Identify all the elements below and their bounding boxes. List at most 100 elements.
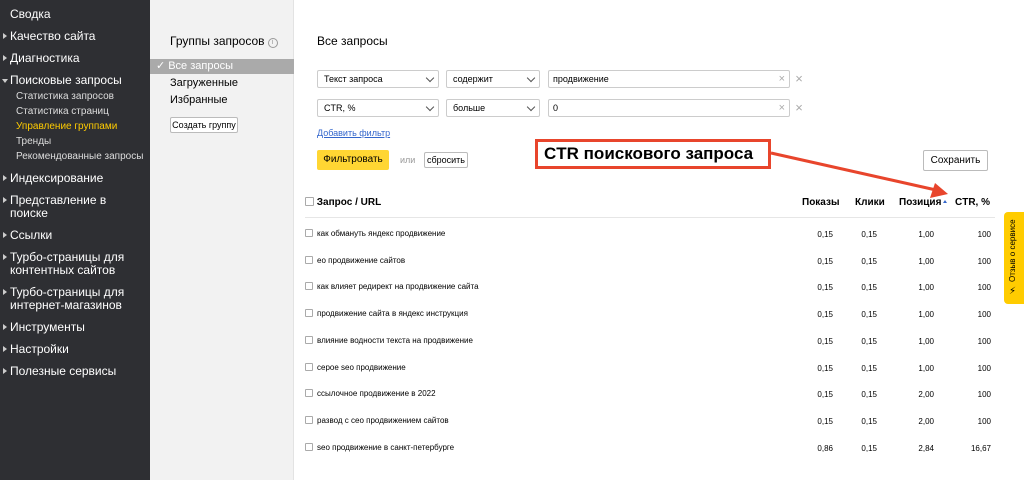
column-clicks[interactable]: Клики bbox=[855, 197, 885, 208]
select-all-checkbox[interactable] bbox=[305, 197, 314, 206]
nav-item-label: Турбо-страницы для контентных сайтов bbox=[10, 250, 125, 277]
nav-sub-group-management[interactable]: Управление группами bbox=[16, 121, 150, 133]
row-query[interactable]: развод с сео продвижением сайтов bbox=[305, 415, 449, 425]
nav-sub-query-stats[interactable]: Статистика запросов bbox=[16, 91, 150, 103]
nav-item-tools[interactable]: Инструменты bbox=[0, 321, 150, 334]
row-position: 1,00 bbox=[918, 310, 934, 320]
row-query[interactable]: серое seo продвижение bbox=[305, 362, 406, 372]
row-checkbox[interactable] bbox=[305, 229, 313, 237]
groups-title: Группы запросов i bbox=[170, 34, 278, 48]
column-shows[interactable]: Показы bbox=[802, 197, 840, 208]
row-shows: 0,15 bbox=[817, 230, 833, 239]
row-checkbox[interactable] bbox=[305, 389, 313, 398]
row-clicks: 0,15 bbox=[861, 230, 877, 239]
row-shows: 0,15 bbox=[817, 283, 833, 293]
row-clicks: 0,15 bbox=[861, 363, 877, 373]
row-ctr: 100 bbox=[977, 390, 991, 400]
row-query[interactable]: seo продвижение в санкт-петербурге bbox=[305, 442, 454, 452]
nav-item-turbo-content[interactable]: Турбо-страницы для контентных сайтов bbox=[0, 251, 150, 277]
row-query[interactable]: ссылочное продвижение в 2022 bbox=[305, 389, 436, 398]
nav-item-links[interactable]: Ссылки bbox=[0, 229, 150, 242]
group-uploaded[interactable]: Загруженные bbox=[150, 76, 294, 91]
nav-item-indexing[interactable]: Индексирование bbox=[0, 172, 150, 185]
chevron-down-icon bbox=[425, 73, 435, 83]
column-query[interactable]: Запрос / URL bbox=[305, 197, 381, 208]
annotation-callout: CTR поискового запроса bbox=[535, 139, 771, 169]
table-row[interactable]: развод с сео продвижением сайтов 0,15 0,15… bbox=[305, 407, 995, 434]
triangle-down-icon bbox=[2, 79, 8, 83]
filter-1-operator-select[interactable]: содержит bbox=[446, 70, 540, 88]
row-checkbox[interactable] bbox=[305, 282, 313, 291]
column-position[interactable]: Позиция bbox=[899, 197, 948, 208]
info-icon[interactable]: i bbox=[267, 38, 278, 48]
row-query[interactable]: продвижение сайта в яндекс инструкция bbox=[305, 309, 468, 318]
filter-1-value-input[interactable]: продвижение × bbox=[548, 70, 790, 88]
create-group-button[interactable]: Создать группу bbox=[170, 117, 238, 133]
row-position: 2,84 bbox=[918, 443, 934, 453]
column-ctr[interactable]: CTR, % bbox=[955, 197, 990, 208]
group-favorites[interactable]: Избранные bbox=[150, 93, 294, 108]
nav-sub-page-stats[interactable]: Статистика страниц bbox=[16, 106, 150, 118]
table-row[interactable]: как влияет редирект на продвижение сайта… bbox=[305, 273, 995, 300]
nav-item-summary[interactable]: Сводка bbox=[0, 8, 150, 21]
row-query[interactable]: ео продвижение сайтов bbox=[305, 255, 405, 265]
row-shows: 0,15 bbox=[817, 256, 833, 266]
row-shows: 0,15 bbox=[817, 416, 833, 426]
table-row[interactable]: ео продвижение сайтов 0,15 0,15 1,00 100 bbox=[305, 247, 995, 274]
row-checkbox[interactable] bbox=[305, 415, 313, 424]
triangle-right-icon bbox=[3, 55, 7, 61]
row-clicks: 0,15 bbox=[861, 336, 877, 346]
row-query[interactable]: как влияет редирект на продвижение сайта bbox=[305, 282, 479, 291]
feedback-label: Отзыв о сервисе bbox=[1008, 219, 1017, 282]
save-button[interactable]: Сохранить bbox=[923, 150, 988, 171]
table-row[interactable]: seo продвижение в санкт-петербурге 0,86 0,… bbox=[305, 434, 995, 461]
nav-item-search-queries[interactable]: Поисковые запросы bbox=[0, 74, 150, 87]
row-ctr: 100 bbox=[977, 230, 991, 239]
nav-item-search-appearance[interactable]: Представление в поиске bbox=[0, 194, 150, 220]
nav-item-label: Индексирование bbox=[10, 171, 104, 185]
filter-2-field-select[interactable]: CTR, % bbox=[317, 99, 439, 117]
reset-button[interactable]: сбросить bbox=[424, 152, 468, 168]
filter-1-field-select[interactable]: Текст запроса bbox=[317, 70, 439, 88]
filter-2-operator-select[interactable]: больше bbox=[446, 99, 540, 117]
nav-item-diagnostics[interactable]: Диагностика bbox=[0, 52, 150, 65]
nav-item-label: Инструменты bbox=[10, 320, 85, 334]
row-position: 1,00 bbox=[918, 283, 934, 293]
nav-item-label: Настройки bbox=[10, 342, 69, 356]
row-checkbox[interactable] bbox=[305, 255, 313, 264]
row-checkbox[interactable] bbox=[305, 362, 313, 371]
group-all-queries[interactable]: ✓ Все запросы bbox=[150, 59, 294, 74]
nav-item-turbo-shops[interactable]: Турбо-страницы для интернет-магазинов bbox=[0, 286, 150, 312]
row-ctr: 100 bbox=[977, 363, 991, 373]
nav-item-useful-services[interactable]: Полезные сервисы bbox=[0, 365, 150, 378]
row-checkbox[interactable] bbox=[305, 442, 313, 451]
table-row[interactable]: ссылочное продвижение в 2022 0,15 0,15 2,00… bbox=[305, 380, 995, 407]
chevron-down-icon bbox=[425, 102, 435, 112]
nav-sub-recommended[interactable]: Рекомендованные запросы bbox=[16, 151, 150, 163]
filter-2-value-input[interactable]: 0 × bbox=[548, 99, 790, 117]
row-checkbox[interactable] bbox=[305, 335, 313, 344]
feedback-tab[interactable]: Отзыв о сервисе ⚡ bbox=[1004, 212, 1024, 304]
table-row[interactable]: влияние водности текста на продвижение 0,… bbox=[305, 327, 995, 354]
row-shows: 0,15 bbox=[817, 363, 833, 373]
table-row[interactable]: как обмануть яндекс продвижение 0,15 0,15 1… bbox=[305, 220, 995, 247]
apply-filter-button[interactable]: Фильтровать bbox=[317, 150, 389, 170]
row-ctr: 16,67 bbox=[970, 443, 991, 453]
remove-filter-1-icon[interactable]: × bbox=[793, 72, 805, 86]
nav-item-settings[interactable]: Настройки bbox=[0, 343, 150, 356]
nav-sub-trends[interactable]: Тренды bbox=[16, 136, 150, 148]
add-filter-link[interactable]: Добавить фильтр bbox=[317, 128, 390, 138]
clear-icon[interactable]: × bbox=[779, 71, 785, 87]
row-position: 1,00 bbox=[918, 230, 934, 239]
row-query[interactable]: как обмануть яндекс продвижение bbox=[305, 229, 445, 238]
nav-item-site-quality[interactable]: Качество сайта bbox=[0, 30, 150, 43]
row-checkbox[interactable] bbox=[305, 309, 313, 318]
row-query[interactable]: влияние водности текста на продвижение bbox=[305, 335, 473, 345]
row-ctr: 100 bbox=[977, 256, 991, 266]
thumbs-icon: ⚡ bbox=[1009, 286, 1017, 297]
table-row[interactable]: продвижение сайта в яндекс инструкция 0,1… bbox=[305, 300, 995, 327]
clear-icon[interactable]: × bbox=[779, 100, 785, 116]
table-row[interactable]: серое seo продвижение 0,15 0,15 1,00 100 bbox=[305, 354, 995, 381]
row-clicks: 0,15 bbox=[861, 390, 877, 400]
remove-filter-2-icon[interactable]: × bbox=[793, 101, 805, 115]
